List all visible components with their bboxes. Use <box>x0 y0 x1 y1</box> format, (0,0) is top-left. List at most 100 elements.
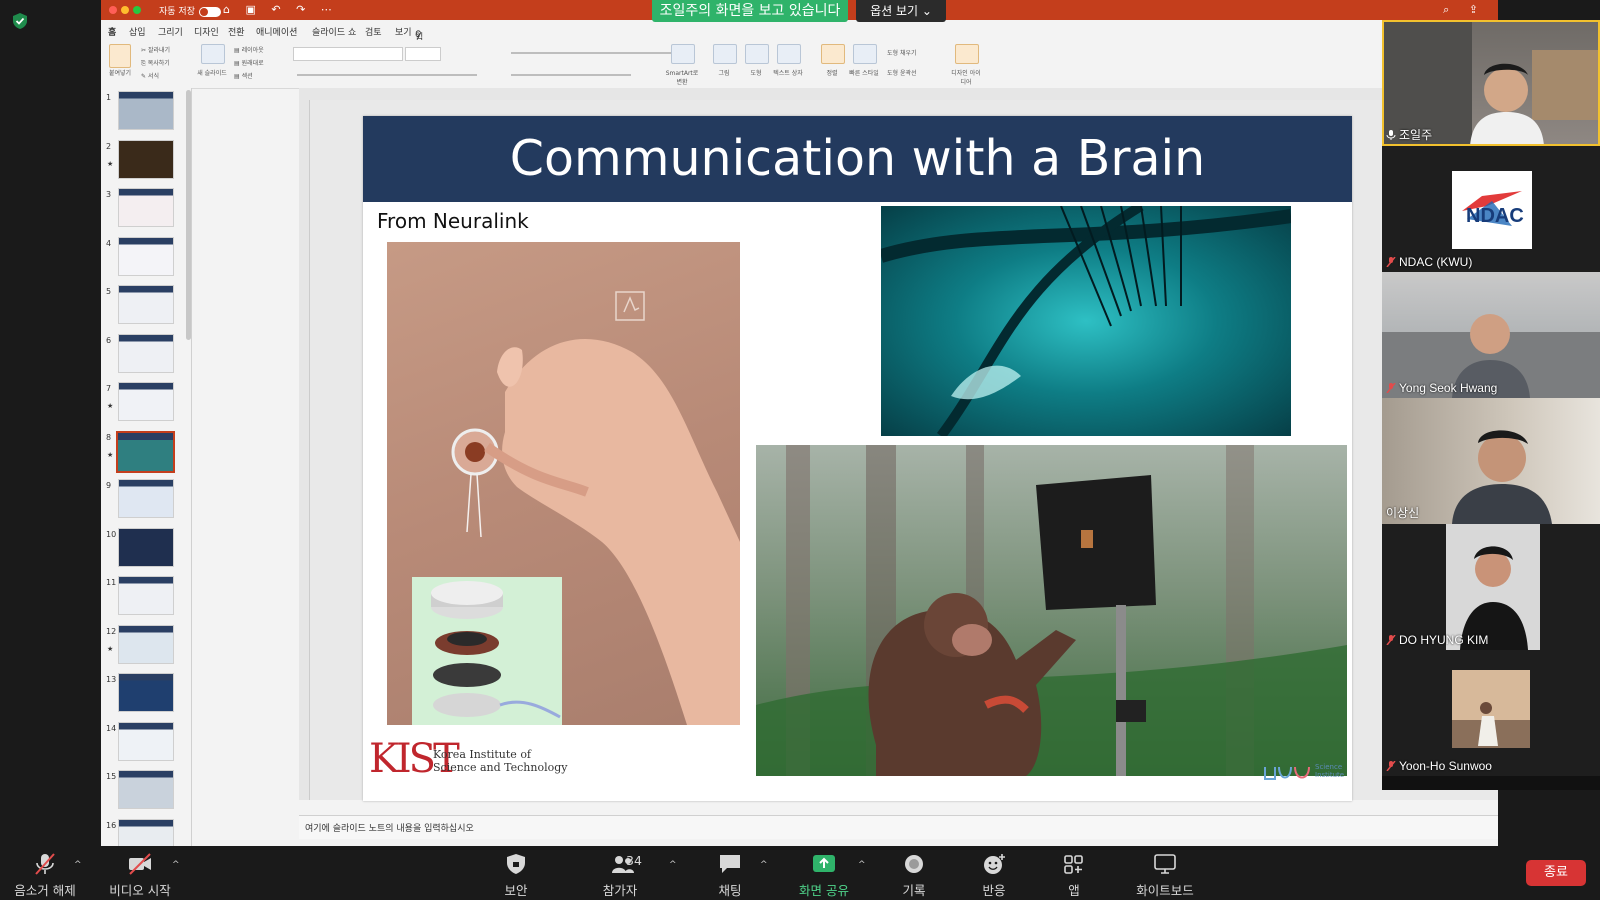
slide-thumbnail[interactable] <box>118 479 174 518</box>
apps-button[interactable]: 앱 <box>1052 846 1096 900</box>
view-options-button[interactable]: 옵션 보기 ⌄ <box>856 0 946 22</box>
slide-thumbnail[interactable] <box>118 333 174 373</box>
slide-thumbnail[interactable] <box>118 624 174 664</box>
chat-icon <box>720 855 740 873</box>
chat-button[interactable]: 채팅 <box>708 846 752 900</box>
slide-thumbnail[interactable] <box>118 188 174 227</box>
share-options-caret[interactable]: ^ <box>858 860 866 870</box>
tab-review[interactable]: 검토 <box>365 25 382 38</box>
textbox-icon[interactable] <box>777 44 801 64</box>
shape-outline-button[interactable]: 도형 윤곽선 <box>887 68 917 77</box>
participant-tile[interactable]: Yoon-Ho Sunwoo <box>1382 650 1600 776</box>
slide-thumbnail[interactable] <box>118 576 174 615</box>
unmute-label: 음소거 해제 <box>14 883 76 898</box>
tab-transitions[interactable]: 전환 <box>228 25 245 38</box>
slide-thumbnail-panel: 1 2 ★ 3 4 5 6 7 ★ 8 ★ 9 10 11 12 ★ 13 14 15 16 <box>101 88 192 846</box>
paragraph-row-1 <box>511 52 671 54</box>
participant-gallery: 조일주 NDAC NDAC (KWU) Yong Seok Hwang 이상신 <box>1382 20 1600 790</box>
layout-label: 레이아웃 <box>241 47 264 54</box>
participant-tile[interactable]: 조일주 <box>1382 20 1600 146</box>
shapes-icon[interactable] <box>745 44 769 64</box>
start-video-button[interactable]: 비디오 시작 <box>104 846 176 900</box>
layout-button[interactable]: ▤ 레이아웃 <box>234 45 264 54</box>
font-size-combo[interactable] <box>405 47 441 61</box>
tab-view[interactable]: 보기 <box>395 25 412 38</box>
cut-button[interactable]: ✂ 잘라내기 <box>141 45 170 54</box>
video-feed <box>1446 524 1540 650</box>
animation-star-icon: ★ <box>107 159 114 168</box>
designer-icon[interactable] <box>955 44 979 64</box>
slide-thumbnail[interactable] <box>118 139 174 179</box>
participant-tile[interactable]: 이상신 <box>1382 398 1600 524</box>
record-button[interactable]: 기록 <box>892 846 936 900</box>
format-label: 서식 <box>147 73 159 80</box>
slide-thumbnail[interactable] <box>118 236 174 276</box>
slide-thumbnail[interactable] <box>118 721 174 761</box>
tab-animations[interactable]: 애니메이션 <box>256 25 297 38</box>
autosave-toggle[interactable]: 자동 저장 <box>159 4 221 17</box>
new-slide-icon[interactable] <box>201 44 225 64</box>
thumbnail-number: 8 <box>106 432 112 442</box>
slide-thumbnail[interactable] <box>116 430 175 473</box>
chat-options-caret[interactable]: ^ <box>760 860 768 870</box>
mic-muted-icon <box>1386 257 1396 267</box>
search-icon[interactable]: ⌕ ⇪ <box>1443 3 1486 17</box>
slide-thumbnail[interactable] <box>118 285 174 324</box>
copy-button[interactable]: ⎘ 복사하기 <box>141 58 170 68</box>
share-screen-button[interactable]: 화면 공유 <box>796 846 852 900</box>
reset-button[interactable]: ▤ 원래대로 <box>234 58 264 67</box>
shape-fill-button[interactable]: 도형 채우기 <box>887 48 917 57</box>
slide-subtitle: From Neuralink <box>377 209 529 233</box>
section-button[interactable]: ▤ 섹션 <box>234 71 253 80</box>
audio-options-caret[interactable]: ^ <box>74 860 82 870</box>
whiteboard-button[interactable]: 화이트보드 <box>1130 846 1200 900</box>
tab-insert[interactable]: 삽입 <box>129 25 146 38</box>
slide-thumbnail[interactable] <box>118 770 174 809</box>
participant-tile[interactable]: DO HYUNG KIM <box>1382 524 1600 650</box>
participant-name: Yong Seok Hwang <box>1386 381 1497 395</box>
quick-styles-icon[interactable] <box>853 44 877 64</box>
toggle-switch[interactable] <box>198 6 221 17</box>
participants-button[interactable]: 34 참가자 <box>590 846 650 900</box>
security-button[interactable]: 보안 <box>494 846 538 900</box>
cut-label: 잘라내기 <box>147 47 171 54</box>
institute-line1: Science <box>1315 763 1343 771</box>
window-controls[interactable] <box>109 6 145 17</box>
apps-label: 앱 <box>1068 883 1080 898</box>
end-meeting-button[interactable]: 종료 <box>1526 860 1586 886</box>
format-painter-button[interactable]: ✎ 서식 <box>141 71 159 80</box>
slide-thumbnail[interactable] <box>118 91 174 130</box>
thumbnail-scrollbar[interactable] <box>186 90 191 340</box>
autosave-label: 자동 저장 <box>159 7 195 17</box>
security-label: 보안 <box>504 883 528 898</box>
screen-share-banner: 조일주의 화면을 보고 있습니다 <box>652 0 848 22</box>
participant-tile[interactable]: NDAC NDAC (KWU) <box>1382 146 1600 272</box>
arrange-icon[interactable] <box>821 44 845 64</box>
ribbon-tabs: 홈 삽입 그리기 디자인 전환 애니메이션 슬라이드 쇼 검토 보기 ♀ 입력하… <box>101 20 1498 95</box>
video-options-caret[interactable]: ^ <box>172 860 180 870</box>
smartart-icon[interactable] <box>671 44 695 64</box>
reactions-button[interactable]: 반응 <box>972 846 1016 900</box>
thumbnail-number: 13 <box>106 675 117 684</box>
paste-label: 붙여넣기 <box>108 70 132 77</box>
participants-options-caret[interactable]: ^ <box>669 860 677 870</box>
ndac-logo-text: NDAC <box>1466 205 1524 227</box>
tab-draw[interactable]: 그리기 <box>158 25 183 38</box>
picture-icon[interactable] <box>713 44 737 64</box>
kist-name-line1: Korea Institute of <box>433 748 532 761</box>
unmute-button[interactable]: 음소거 해제 <box>10 846 80 900</box>
tab-slideshow[interactable]: 슬라이드 쇼 <box>312 25 356 38</box>
paste-icon[interactable] <box>109 44 131 68</box>
quick-access-toolbar[interactable]: ⌂ ▣ ↶ ↷ ⋯ <box>223 3 338 16</box>
slide-thumbnail[interactable] <box>118 382 174 421</box>
tab-design[interactable]: 디자인 <box>194 25 219 38</box>
tab-home[interactable]: 홈 <box>108 25 116 38</box>
slide-thumbnail[interactable] <box>118 673 174 712</box>
font-name-combo[interactable] <box>293 47 403 61</box>
participant-tile[interactable]: Yong Seok Hwang <box>1382 272 1600 398</box>
slide-thumbnail[interactable] <box>118 527 174 567</box>
notes-pane[interactable]: 여기에 슬라이드 노트의 내용을 입력하십시오 <box>299 815 1498 839</box>
science-institute-logo: Science Institute <box>1263 761 1349 783</box>
notes-placeholder: 여기에 슬라이드 노트의 내용을 입력하십시오 <box>305 824 474 834</box>
slide-thumbnail[interactable] <box>118 818 174 846</box>
